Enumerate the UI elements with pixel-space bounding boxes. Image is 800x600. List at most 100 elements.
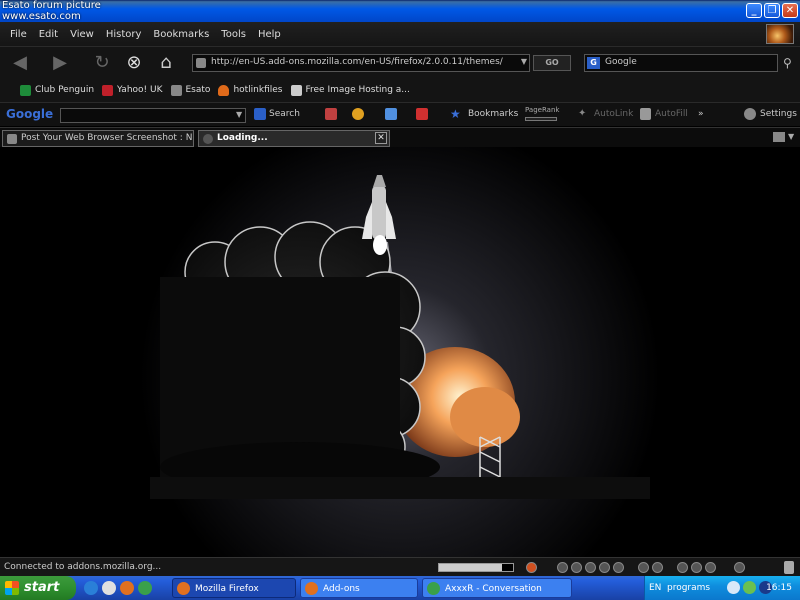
windows-taskbar: start Mozilla Firefox Add-ons AxxxR - Co… xyxy=(0,576,800,600)
bookmark-label: hotlinkfiles xyxy=(233,85,283,95)
autolink-button[interactable]: AutoLink xyxy=(594,109,633,119)
google-toolbar: Google ▼ Search ★ Bookmarks PageRank ✦ A… xyxy=(0,102,800,126)
search-magnifier-icon[interactable]: ⚲ xyxy=(783,56,792,70)
news-icon[interactable] xyxy=(325,108,337,120)
start-button[interactable]: start xyxy=(0,576,76,600)
language-indicator[interactable]: EN xyxy=(649,583,661,593)
widgets-icon[interactable] xyxy=(385,108,397,120)
google-dropdown-icon[interactable]: ▼ xyxy=(236,110,242,119)
shuttle-launch-image xyxy=(0,147,800,557)
bookmarks-star-icon[interactable]: ★ xyxy=(450,107,461,121)
url-dropdown-icon[interactable]: ▼ xyxy=(521,57,527,66)
messenger-tray-icon[interactable] xyxy=(743,581,756,594)
stop-button[interactable]: ⊗ xyxy=(120,52,148,74)
close-tab-icon[interactable]: ✕ xyxy=(375,132,387,144)
media-record-icon[interactable] xyxy=(526,562,537,573)
window-title-bar: Esato forum picture www.esato.com _ ❐ ✕ xyxy=(0,0,800,22)
bookmark-free-image-hosting[interactable]: Free Image Hosting a... xyxy=(290,84,410,96)
watermark: Esato forum picture www.esato.com xyxy=(2,0,101,22)
status-bar: Connected to addons.mozilla.org... xyxy=(0,557,800,576)
url-bar[interactable]: http://en-US.add-ons.mozilla.com/en-US/f… xyxy=(192,54,530,72)
maximize-button[interactable]: ❐ xyxy=(764,3,780,18)
bookmark-label: Yahoo! UK xyxy=(117,85,163,95)
search-input: Google xyxy=(605,57,637,67)
clock[interactable]: 16:15 xyxy=(766,583,792,593)
wand-icon[interactable]: ✦ xyxy=(578,108,586,119)
page-favicon-icon xyxy=(7,134,17,144)
media-pause-icon[interactable] xyxy=(585,562,596,573)
tab-bar: Post Your Web Browser Screenshot : N... … xyxy=(0,127,800,147)
google-search-icon[interactable] xyxy=(254,108,266,120)
task-label: Mozilla Firefox xyxy=(195,584,259,594)
menu-help[interactable]: Help xyxy=(258,29,281,40)
menu-file[interactable]: File xyxy=(10,29,27,40)
volume-down-icon[interactable] xyxy=(677,562,688,573)
tab-loading[interactable]: Loading... ✕ xyxy=(198,130,390,147)
menu-history[interactable]: History xyxy=(106,29,142,40)
pagerank-bar xyxy=(525,117,557,121)
stop-icon: ⊗ xyxy=(126,52,142,73)
shuffle-icon[interactable] xyxy=(638,562,649,573)
volume-up-icon[interactable] xyxy=(691,562,702,573)
task-label: AxxxR - Conversation xyxy=(445,584,542,594)
menu-view[interactable]: View xyxy=(70,29,94,40)
autofill-icon[interactable] xyxy=(640,108,651,120)
tab-screenshot-thread[interactable]: Post Your Web Browser Screenshot : N... xyxy=(2,130,194,147)
media-stop-icon[interactable] xyxy=(599,562,610,573)
google-bookmarks-button[interactable]: Bookmarks xyxy=(468,109,518,119)
settings-button[interactable]: Settings xyxy=(760,109,797,119)
google-logo[interactable]: Google xyxy=(6,107,53,121)
speaker-icon[interactable] xyxy=(734,562,745,573)
google-search-button[interactable]: Search xyxy=(269,109,300,119)
forward-button[interactable]: ▶ xyxy=(46,52,74,74)
bookmark-label: Free Image Hosting a... xyxy=(305,85,410,95)
task-mozilla-firefox[interactable]: Mozilla Firefox xyxy=(172,578,296,598)
yahoo-icon xyxy=(102,84,114,96)
back-button[interactable]: ◀ xyxy=(6,52,34,74)
google-engine-icon[interactable]: G xyxy=(587,57,600,69)
firefox-quicklaunch-icon[interactable] xyxy=(120,581,134,595)
bookmark-hotlinkfiles[interactable]: hotlinkfiles xyxy=(218,84,283,96)
menu-edit[interactable]: Edit xyxy=(39,29,58,40)
internet-explorer-icon[interactable] xyxy=(84,581,98,595)
task-add-ons[interactable]: Add-ons xyxy=(300,578,418,598)
programs-label[interactable]: programs xyxy=(667,583,710,593)
media-player-icon[interactable] xyxy=(102,581,116,595)
network-icon[interactable] xyxy=(727,581,740,594)
page-icon xyxy=(290,84,302,96)
settings-gear-icon[interactable] xyxy=(744,108,756,120)
autofill-button[interactable]: AutoFill xyxy=(655,109,688,119)
status-text: Connected to addons.mozilla.org... xyxy=(4,562,162,572)
media-play-icon[interactable] xyxy=(571,562,582,573)
bookmarks-toolbar: Club Penguin Yahoo! UK Esato hotlinkfile… xyxy=(0,78,800,102)
toolbar-overflow-button[interactable]: » xyxy=(698,109,704,119)
start-label: start xyxy=(24,580,60,595)
mute-icon[interactable] xyxy=(705,562,716,573)
bookmark-club-penguin[interactable]: Club Penguin xyxy=(20,84,94,96)
repeat-icon[interactable] xyxy=(652,562,663,573)
reload-button[interactable]: ↻ xyxy=(88,52,116,74)
media-prev-icon[interactable] xyxy=(557,562,568,573)
task-conversation[interactable]: AxxxR - Conversation xyxy=(422,578,572,598)
bookmark-yahoo-uk[interactable]: Yahoo! UK xyxy=(102,84,163,96)
messenger-icon[interactable] xyxy=(138,581,152,595)
home-button[interactable]: ⌂ xyxy=(152,52,180,74)
search-bar[interactable]: G Google xyxy=(584,54,778,72)
bookmark-esato[interactable]: Esato xyxy=(170,84,210,96)
task-label: Add-ons xyxy=(323,584,360,594)
close-window-button[interactable]: ✕ xyxy=(782,3,798,18)
tab-list-dropdown-icon[interactable]: ▼ xyxy=(788,132,794,141)
minimize-button[interactable]: _ xyxy=(746,3,762,18)
menu-bar: File Edit View History Bookmarks Tools H… xyxy=(0,22,800,46)
go-button[interactable]: GO xyxy=(533,55,571,71)
firefox-icon xyxy=(177,582,190,595)
menu-bookmarks[interactable]: Bookmarks xyxy=(153,29,209,40)
pagerank-circle-icon[interactable] xyxy=(352,108,364,120)
flame-icon xyxy=(218,84,230,96)
google-search-input[interactable] xyxy=(60,108,246,123)
gmail-icon[interactable] xyxy=(416,108,428,120)
resize-grip-icon[interactable] xyxy=(784,561,794,574)
media-next-icon[interactable] xyxy=(613,562,624,573)
tab-list-icon[interactable] xyxy=(773,132,785,142)
menu-tools[interactable]: Tools xyxy=(221,29,246,40)
